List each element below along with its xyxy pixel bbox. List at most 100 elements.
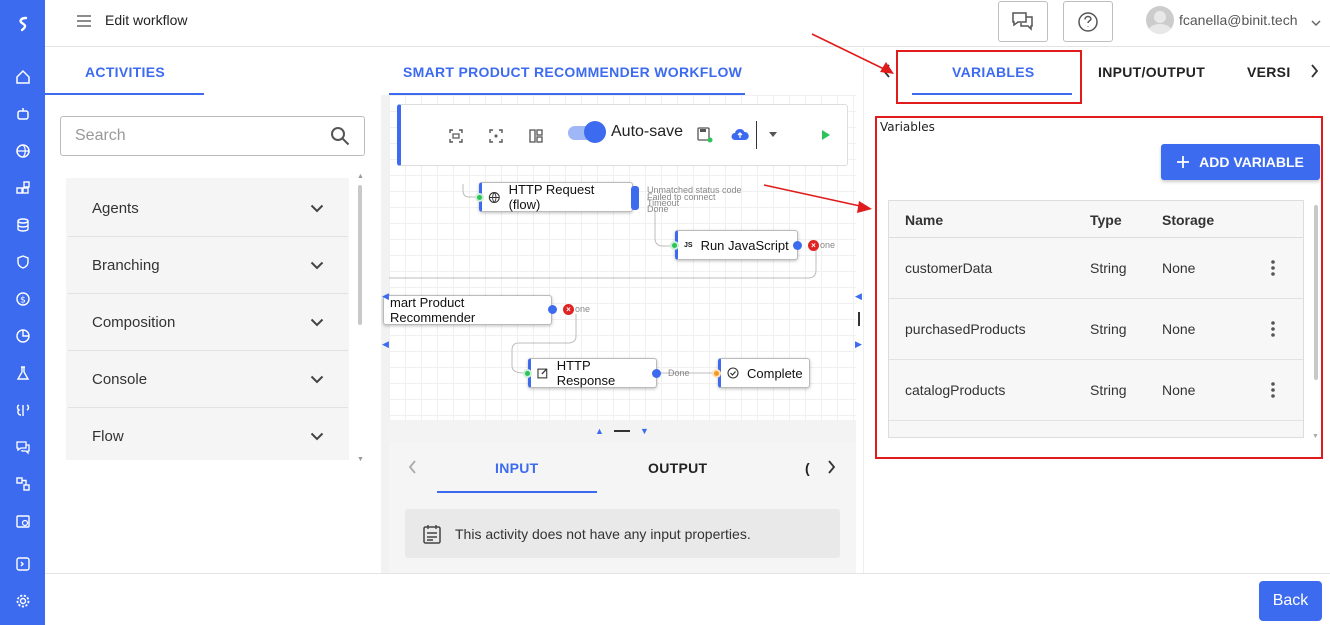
outcome-done: one xyxy=(820,240,836,250)
database-icon[interactable] xyxy=(0,211,45,239)
scroll-right-marker[interactable]: ▶ xyxy=(855,339,862,350)
chevron-down-icon[interactable] xyxy=(1311,14,1321,32)
outcome-ports[interactable] xyxy=(631,186,639,210)
autosave-toggle[interactable] xyxy=(568,121,606,143)
node-http-request[interactable]: HTTP Request (flow) xyxy=(479,182,633,212)
scroll-left-marker[interactable]: ◀ xyxy=(382,291,389,302)
globe-icon[interactable] xyxy=(0,137,45,165)
chevron-down-icon xyxy=(310,318,324,326)
blocks-icon[interactable] xyxy=(0,174,45,202)
resize-handle[interactable] xyxy=(858,312,860,326)
category-composition[interactable]: Composition xyxy=(68,294,348,351)
caret-down-icon[interactable] xyxy=(769,132,777,138)
outcome-done: Done xyxy=(668,368,690,378)
shield-icon[interactable] xyxy=(0,248,45,276)
node-complete[interactable]: Complete xyxy=(718,358,810,388)
home-icon[interactable] xyxy=(0,63,45,91)
category-label: Composition xyxy=(92,313,176,331)
node-label: Complete xyxy=(747,365,803,381)
pie-chart-icon[interactable] xyxy=(0,322,45,350)
category-label: Branching xyxy=(92,256,160,274)
node-label: Run JavaScript xyxy=(700,237,789,253)
brain-icon[interactable] xyxy=(0,396,45,424)
scroll-right-marker[interactable]: ◀ xyxy=(855,291,862,302)
divider xyxy=(756,121,757,149)
expand-up-icon: ▲ xyxy=(595,426,604,436)
avatar[interactable] xyxy=(1146,6,1174,34)
workflow-icon[interactable] xyxy=(0,470,45,498)
search-icon[interactable] xyxy=(330,126,350,146)
flask-icon[interactable] xyxy=(0,359,45,387)
category-branching[interactable]: Branching xyxy=(68,237,348,294)
layout-icon[interactable] xyxy=(529,129,543,143)
remove-connection-icon[interactable]: × xyxy=(563,304,574,315)
gear-icon[interactable] xyxy=(0,587,45,615)
node-http-response[interactable]: HTTP Response xyxy=(528,358,657,388)
tabs-next-icon[interactable] xyxy=(827,460,836,479)
dollar-icon[interactable]: $ xyxy=(0,285,45,313)
output-port[interactable] xyxy=(652,369,661,378)
category-label: Agents xyxy=(92,199,139,217)
top-bar: Edit workflow fcanella@binit.tech xyxy=(45,0,1330,47)
tab-versions[interactable]: VERSI xyxy=(1247,64,1292,80)
panel-divider[interactable] xyxy=(381,95,389,573)
panel-border xyxy=(863,48,864,573)
fit-screen-icon[interactable] xyxy=(449,129,463,143)
robot-icon[interactable] xyxy=(0,100,45,128)
remove-connection-icon[interactable]: × xyxy=(808,240,819,251)
annotation-box-tab xyxy=(896,50,1082,104)
tab-activities[interactable]: ACTIVITIES xyxy=(85,64,165,80)
node-run-javascript[interactable]: JS Run JavaScript xyxy=(675,230,798,260)
output-port[interactable] xyxy=(548,305,557,314)
category-console[interactable]: Console xyxy=(68,351,348,408)
footer xyxy=(45,573,1330,625)
chevron-down-icon xyxy=(310,261,324,269)
cloud-upload-icon[interactable] xyxy=(731,127,749,141)
node-recommender[interactable]: mart Product Recommender xyxy=(383,295,552,325)
input-port[interactable] xyxy=(523,369,532,378)
category-flow[interactable]: Flow xyxy=(68,408,348,460)
tab-input[interactable]: INPUT xyxy=(495,460,539,476)
category-agents[interactable]: Agents xyxy=(68,180,348,237)
play-icon[interactable] xyxy=(821,129,831,141)
comments-button[interactable] xyxy=(998,1,1048,42)
panel-splitter[interactable]: ▲ ▼ xyxy=(389,420,856,442)
page-title: Edit workflow xyxy=(105,12,188,28)
tab-output[interactable]: OUTPUT xyxy=(648,460,707,476)
chat-icon xyxy=(1012,11,1033,31)
canvas-toolbar: Auto-save xyxy=(397,104,848,166)
output-port[interactable] xyxy=(793,241,802,250)
chevron-down-icon xyxy=(310,204,324,212)
calendar-clock-icon[interactable] xyxy=(0,507,45,535)
input-port[interactable] xyxy=(712,369,721,378)
terminal-icon[interactable] xyxy=(0,550,45,578)
search-input[interactable]: Search xyxy=(60,116,365,156)
tab-indicator xyxy=(45,93,204,95)
tab-input-output[interactable]: INPUT/OUTPUT xyxy=(1098,64,1205,80)
help-button[interactable] xyxy=(1063,1,1113,42)
tab-workflow[interactable]: SMART PRODUCT RECOMMENDER WORKFLOW xyxy=(403,64,742,80)
save-status-icon[interactable] xyxy=(697,127,713,143)
globe-icon xyxy=(488,191,500,203)
tabs-next-icon[interactable] xyxy=(1310,64,1319,83)
javascript-icon: JS xyxy=(684,241,693,249)
logo-icon[interactable] xyxy=(0,10,45,38)
input-port[interactable] xyxy=(670,241,679,250)
categories-scrollbar[interactable]: ▲ ▼ xyxy=(357,173,364,463)
center-focus-icon[interactable] xyxy=(489,129,503,143)
annotation-arrow xyxy=(811,33,894,74)
input-port[interactable] xyxy=(475,193,484,202)
back-button[interactable]: Back xyxy=(1259,581,1322,621)
menu-icon[interactable] xyxy=(77,14,91,32)
scroll-left-marker[interactable]: ◀ xyxy=(382,339,389,350)
drag-handle xyxy=(614,430,630,432)
user-email[interactable]: fcanella@binit.tech xyxy=(1179,12,1298,28)
node-label: mart Product Recommender xyxy=(390,295,476,325)
search-placeholder: Search xyxy=(75,127,126,144)
chat-icon[interactable] xyxy=(0,433,45,461)
outcome-done: one xyxy=(575,304,591,314)
tabs-prev-icon[interactable] xyxy=(408,460,417,479)
category-label: Console xyxy=(92,370,148,388)
check-circle-icon xyxy=(727,367,739,379)
tab-truncated[interactable]: ( xyxy=(805,460,810,476)
